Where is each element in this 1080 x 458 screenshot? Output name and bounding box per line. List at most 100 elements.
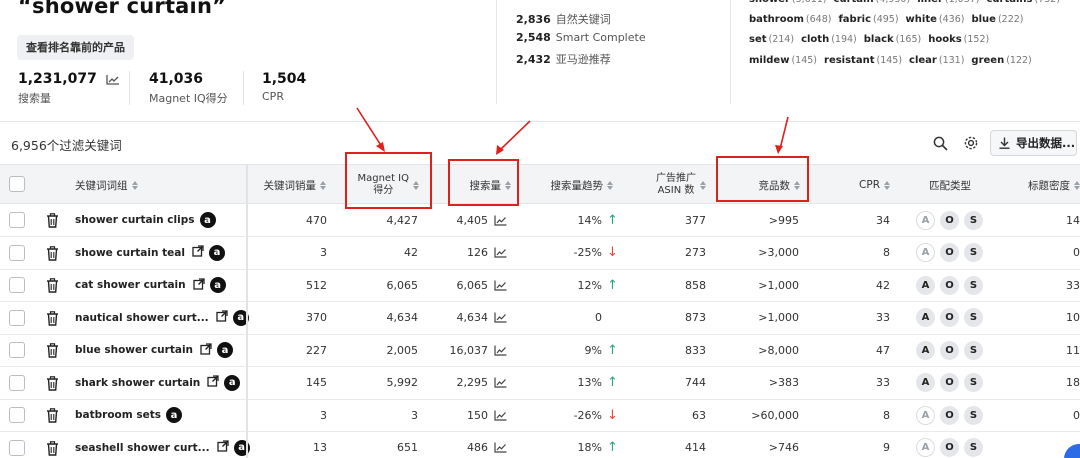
row-checkbox[interactable]: [9, 212, 25, 228]
keyword-link[interactable]: blue shower curtain: [75, 344, 193, 356]
match-type-o-toggle[interactable]: O: [940, 210, 959, 230]
row-checkbox[interactable]: [9, 277, 25, 293]
row-checkbox[interactable]: [9, 374, 25, 391]
match-type-a-toggle[interactable]: A: [916, 438, 935, 457]
match-type-s-toggle[interactable]: S: [964, 340, 983, 360]
keyword-link[interactable]: showe curtain teal: [75, 247, 185, 259]
word-frequency-term[interactable]: white: [906, 14, 937, 25]
match-type-s-toggle[interactable]: S: [964, 405, 983, 425]
match-type-o-toggle[interactable]: O: [940, 340, 959, 360]
match-type-a-toggle[interactable]: A: [916, 210, 935, 230]
see-top-products-button[interactable]: 查看排名靠前的产品: [17, 35, 134, 60]
keyword-link[interactable]: shark shower curtain: [75, 377, 200, 389]
word-frequency-term[interactable]: curtain: [834, 0, 874, 5]
amazon-icon[interactable]: a: [217, 342, 234, 358]
trash-icon[interactable]: [46, 375, 59, 391]
col-ad-asin[interactable]: 广告推广 ASIN 数: [614, 165, 706, 205]
row-checkbox[interactable]: [9, 407, 25, 423]
source-amazon-recommended: 2,432 亚马逊推荐: [516, 53, 611, 66]
word-frequency-term[interactable]: clear: [909, 55, 937, 66]
search-trend-value: 18%: [512, 432, 602, 458]
keyword-link[interactable]: seashell shower curt...: [75, 442, 210, 454]
match-type-o-toggle[interactable]: O: [940, 275, 959, 295]
match-type-a-toggle[interactable]: A: [916, 275, 935, 295]
col-keyword-sales[interactable]: 关键词销量: [248, 165, 326, 205]
match-type-a-toggle[interactable]: A: [916, 340, 935, 360]
select-all-checkbox[interactable]: [9, 176, 25, 192]
word-frequency-term[interactable]: mildew: [749, 55, 789, 66]
match-type-s-toggle[interactable]: S: [964, 438, 983, 457]
col-title-density[interactable]: 标题密度: [1000, 165, 1080, 205]
trash-icon[interactable]: [46, 343, 59, 358]
match-type-a-toggle[interactable]: A: [916, 308, 935, 327]
match-type-s-toggle[interactable]: S: [964, 243, 983, 262]
trend-chart-icon[interactable]: [106, 74, 120, 85]
trash-icon[interactable]: [46, 278, 59, 293]
match-type-o-toggle[interactable]: O: [940, 405, 959, 425]
word-frequency-term[interactable]: green: [971, 55, 1004, 66]
word-frequency-term[interactable]: bathroom: [749, 14, 804, 25]
col-search-trend[interactable]: 搜索量趋势: [512, 165, 613, 205]
keyword-link[interactable]: shower curtain clips: [75, 214, 195, 226]
external-link-icon[interactable]: [200, 342, 212, 358]
trend-chart-icon[interactable]: [494, 302, 507, 334]
amazon-icon[interactable]: a: [208, 244, 225, 261]
match-type-o-toggle[interactable]: O: [940, 373, 959, 392]
word-frequency-term[interactable]: set: [749, 34, 767, 45]
word-frequency-term[interactable]: cloth: [801, 34, 829, 45]
search-trend-value: 14%: [512, 204, 602, 236]
trash-icon[interactable]: [46, 245, 59, 261]
row-checkbox[interactable]: [9, 342, 25, 358]
trash-icon[interactable]: [46, 213, 59, 228]
match-type-o-toggle[interactable]: O: [940, 243, 959, 262]
row-checkbox[interactable]: [9, 439, 25, 456]
search-icon[interactable]: [929, 132, 951, 154]
trash-icon[interactable]: [46, 310, 59, 326]
external-link-icon[interactable]: [192, 245, 204, 260]
word-frequency-term[interactable]: curtains: [987, 0, 1033, 5]
trend-chart-icon[interactable]: [494, 432, 507, 458]
amazon-icon[interactable]: a: [209, 277, 226, 293]
amazon-icon[interactable]: a: [199, 212, 216, 228]
row-checkbox[interactable]: [9, 309, 25, 326]
word-frequency-term[interactable]: black: [864, 34, 894, 45]
stat-magnet-iq: 41,036 Magnet IQ得分: [149, 71, 228, 106]
match-type-s-toggle[interactable]: S: [964, 275, 983, 295]
word-frequency-term[interactable]: hooks: [928, 34, 961, 45]
external-link-icon[interactable]: [192, 277, 205, 293]
match-type-s-toggle[interactable]: S: [964, 373, 983, 392]
col-cpr[interactable]: CPR: [800, 165, 890, 205]
row-checkbox[interactable]: [9, 244, 25, 261]
keyword-link[interactable]: nautical shower curt...: [75, 312, 209, 324]
external-link-icon[interactable]: [216, 310, 228, 325]
match-type-o-toggle[interactable]: O: [940, 308, 959, 327]
trash-icon[interactable]: [46, 408, 59, 423]
export-data-button[interactable]: 导出数据...: [990, 130, 1077, 156]
keyword-link[interactable]: cat shower curtain: [75, 279, 186, 291]
amazon-icon[interactable]: a: [224, 374, 241, 391]
match-type-o-toggle[interactable]: O: [940, 438, 959, 457]
trend-chart-icon[interactable]: [494, 367, 507, 399]
match-type-a-toggle[interactable]: A: [916, 243, 935, 262]
word-frequency-term[interactable]: liner: [917, 0, 943, 5]
trash-icon[interactable]: [46, 440, 59, 456]
word-frequency-term[interactable]: resistant: [824, 55, 874, 66]
match-type-s-toggle[interactable]: S: [964, 308, 983, 327]
word-frequency-term[interactable]: shower: [749, 0, 790, 5]
word-frequency-term[interactable]: blue: [971, 14, 996, 25]
external-link-icon[interactable]: [216, 440, 229, 455]
keyword-link[interactable]: batbroom sets: [75, 409, 161, 421]
gear-icon[interactable]: [960, 132, 982, 154]
col-keyword-phrase[interactable]: 关键词词组: [75, 165, 138, 205]
match-type-a-toggle[interactable]: A: [916, 373, 935, 392]
amazon-icon[interactable]: a: [165, 407, 182, 423]
trend-chart-icon[interactable]: [494, 334, 507, 366]
trend-chart-icon[interactable]: [494, 237, 507, 269]
external-link-icon[interactable]: [207, 375, 219, 390]
match-type-s-toggle[interactable]: S: [964, 210, 983, 230]
trend-chart-icon[interactable]: [494, 269, 507, 301]
word-frequency-term[interactable]: fabric: [838, 14, 871, 25]
trend-chart-icon[interactable]: [494, 204, 507, 236]
match-type-a-toggle[interactable]: A: [916, 405, 935, 425]
trend-chart-icon[interactable]: [494, 399, 507, 431]
